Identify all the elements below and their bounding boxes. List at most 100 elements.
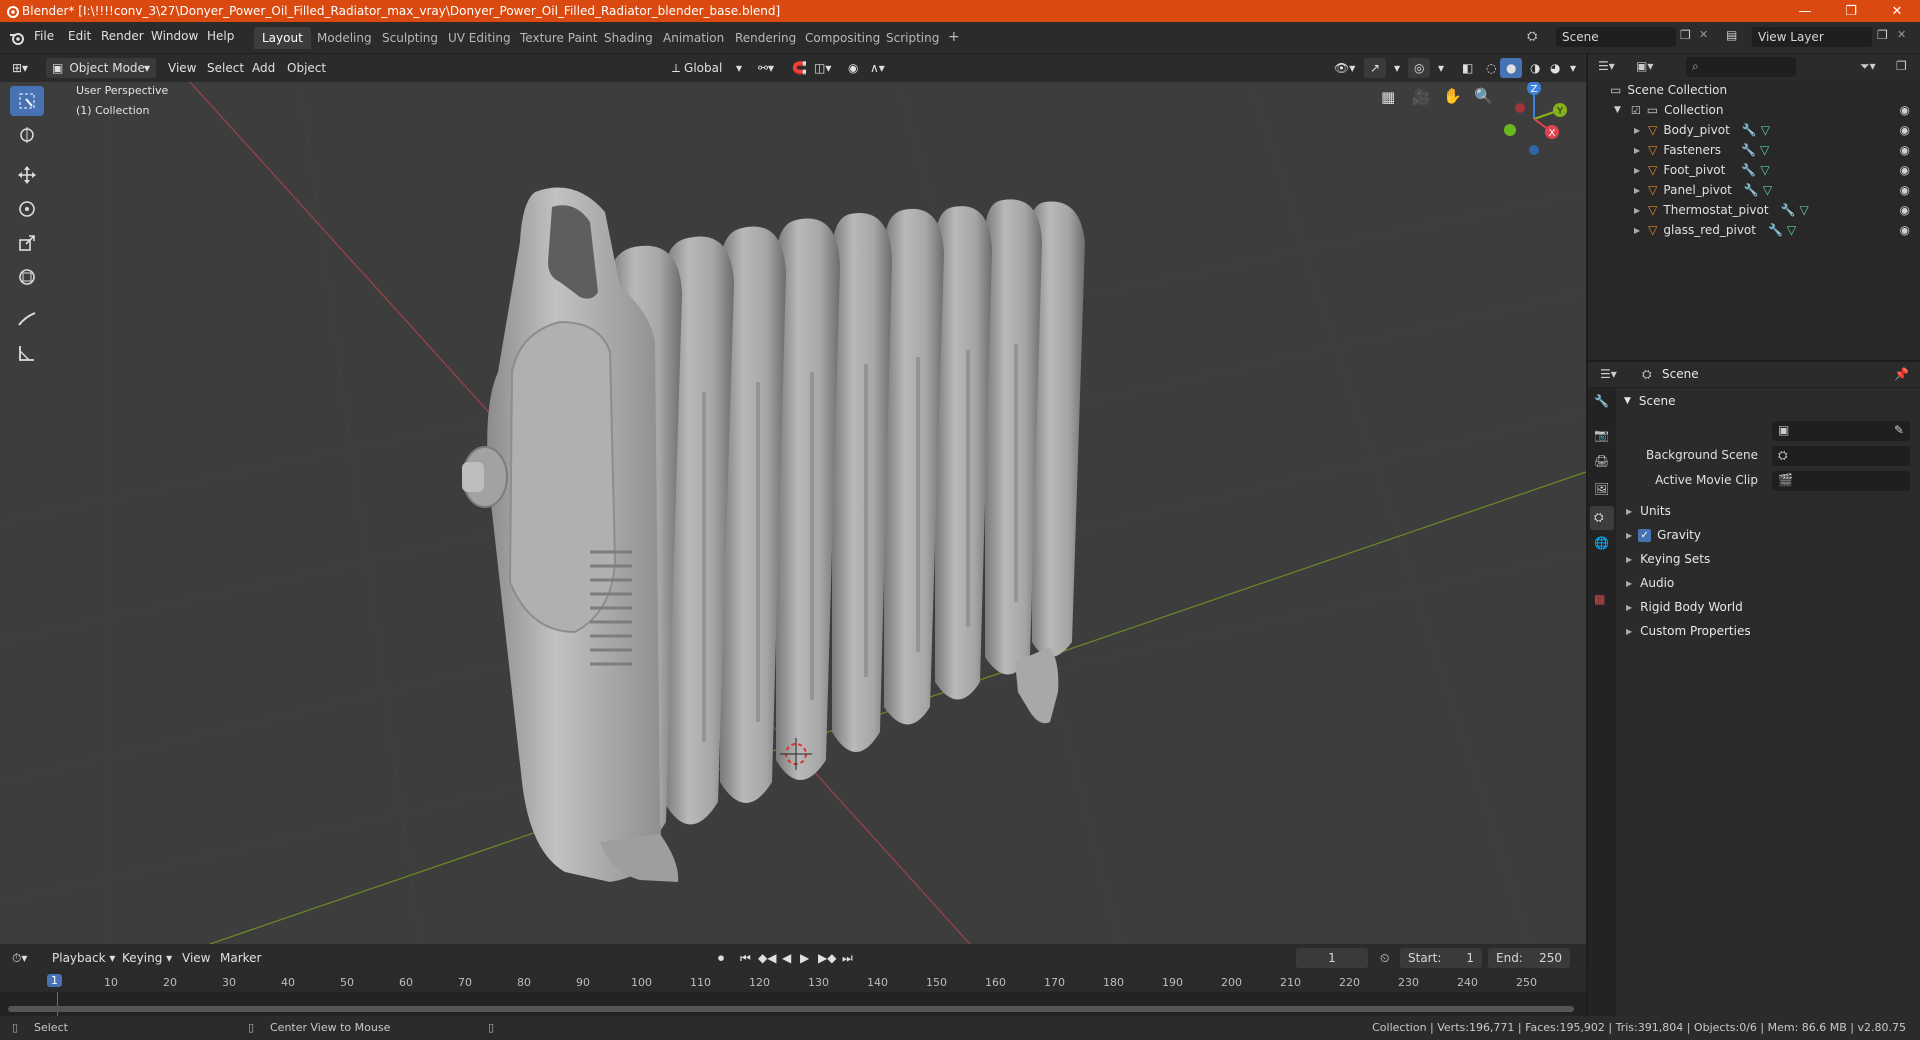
modifier-icon[interactable]: 🔧 — [1742, 123, 1757, 137]
eye-icon[interactable]: ◉ — [1900, 103, 1910, 117]
tab-sculpting[interactable]: Sculpting — [374, 27, 446, 49]
tool-tab-icon[interactable]: 🔧 — [1594, 394, 1609, 408]
menu-add[interactable]: Add — [246, 58, 281, 78]
tab-rendering[interactable]: Rendering — [727, 27, 804, 49]
menu-playback[interactable]: Playback ▾ — [46, 948, 121, 968]
modifier-icon[interactable]: 🔧 — [1768, 223, 1783, 237]
tab-animation[interactable]: Animation — [655, 27, 732, 49]
mesh-data-icon[interactable]: ▽ — [1787, 223, 1796, 237]
pin-icon[interactable]: 📌 — [1894, 367, 1909, 381]
tab-texture-paint[interactable]: Texture Paint — [512, 27, 605, 49]
end-frame-field[interactable]: End: 250 — [1488, 948, 1570, 968]
modifier-icon[interactable]: 🔧 — [1781, 203, 1796, 217]
tab-modeling[interactable]: Modeling — [309, 27, 380, 49]
texture-tab-icon[interactable]: ▩ — [1594, 592, 1605, 606]
proportional-falloff-icon[interactable]: ∧▾ — [864, 58, 891, 78]
move-tool[interactable] — [10, 160, 44, 190]
collapse-arrow-icon[interactable]: ▼ — [1614, 105, 1621, 115]
modifier-icon[interactable]: 🔧 — [1741, 163, 1756, 177]
expand-arrow-icon[interactable]: ▶ — [1634, 146, 1640, 155]
cursor-tool[interactable] — [10, 120, 44, 150]
mesh-data-icon[interactable]: ▽ — [1763, 183, 1772, 197]
properties-editor-icon[interactable]: ☰▾ — [1600, 367, 1617, 381]
minimize-button[interactable]: — — [1782, 0, 1828, 22]
transform-orientation-dropdown[interactable]: ⟂ Global ▾ — [666, 58, 746, 78]
expand-arrow-icon[interactable]: ▶ — [1634, 126, 1640, 135]
background-scene-field[interactable]: ⛭ — [1772, 446, 1910, 466]
select-box-tool[interactable] — [10, 86, 44, 116]
view-layer-field[interactable]: View Layer — [1752, 27, 1872, 47]
outliner-item-panel-pivot[interactable]: ▶ ▽ Panel_pivot 🔧 ▽ ◉ — [1588, 180, 1920, 200]
modifier-icon[interactable]: 🔧 — [1741, 143, 1756, 157]
scale-tool[interactable] — [10, 228, 44, 258]
tab-scripting[interactable]: Scripting — [878, 27, 947, 49]
visibility-icon[interactable]: 👁▾ — [1328, 58, 1361, 78]
filter-icon[interactable]: ⏷▾ — [1860, 59, 1876, 74]
pan-view-icon[interactable]: ✋ — [1443, 87, 1462, 105]
new-view-layer-icon[interactable]: ❐ — [1877, 28, 1888, 42]
scene-panel-header[interactable]: ▼ Scene — [1618, 390, 1918, 412]
outliner-search-input[interactable]: ⌕ — [1686, 57, 1796, 77]
menu-marker[interactable]: Marker — [214, 948, 267, 968]
new-scene-icon[interactable]: ❐ — [1680, 28, 1691, 42]
checkbox-checked-icon[interactable]: ☑ — [1631, 104, 1641, 117]
menu-timeline-view[interactable]: View — [176, 948, 216, 968]
scene-selector-icon[interactable]: ⛭ — [1527, 29, 1537, 44]
eye-icon[interactable]: ◉ — [1900, 163, 1910, 177]
expand-arrow-icon[interactable]: ▶ — [1634, 226, 1640, 235]
editor-type-icon[interactable]: ⊞▾ — [6, 58, 34, 78]
add-workspace-button[interactable]: + — [940, 27, 968, 49]
mesh-data-icon[interactable]: ▽ — [1760, 143, 1769, 157]
outliner-item-glass-red-pivot[interactable]: ▶ ▽ glass_red_pivot 🔧 ▽ ◉ — [1588, 220, 1920, 240]
radiator-model[interactable] — [462, 187, 1085, 883]
menu-keying[interactable]: Keying ▾ — [116, 948, 178, 968]
delete-view-layer-icon[interactable]: ✕ — [1897, 28, 1906, 41]
audio-panel-header[interactable]: ▶ Audio — [1618, 572, 1918, 594]
menu-view[interactable]: View — [162, 58, 202, 78]
outliner-editor-icon[interactable]: ☰▾ — [1598, 59, 1615, 73]
gizmo-toggle-icon[interactable]: ↗ — [1364, 58, 1387, 78]
menu-file[interactable]: File — [34, 29, 54, 43]
overlay-toggle-icon[interactable]: ◎ — [1408, 58, 1431, 78]
outliner-item-body-pivot[interactable]: ▶ ▽ Body_pivot 🔧 ▽ ◉ — [1588, 120, 1920, 140]
view-layer-tab-icon[interactable]: 🖼 — [1594, 482, 1609, 496]
mode-dropdown[interactable]: ▣ Object Mode ▾ — [46, 58, 156, 78]
new-collection-icon[interactable]: ❐ — [1896, 59, 1907, 73]
current-frame-indicator[interactable]: 1 — [47, 974, 62, 987]
rotate-tool[interactable] — [10, 194, 44, 224]
toggle-grid-view-icon[interactable]: ▦ — [1381, 88, 1395, 106]
display-mode-icon[interactable]: ▣▾ — [1636, 59, 1653, 73]
timeline-scrollbar[interactable] — [8, 1006, 1574, 1012]
expand-arrow-icon[interactable]: ▶ — [1634, 186, 1640, 195]
tab-compositing[interactable]: Compositing — [797, 27, 888, 49]
menu-help[interactable]: Help — [207, 29, 234, 43]
outliner-item-thermostat-pivot[interactable]: ▶ ▽ Thermostat_pivot 🔧 ▽ ◉ — [1588, 200, 1920, 220]
overlay-dropdown-icon[interactable]: ▾ — [1432, 58, 1450, 78]
navigation-gizmo[interactable]: Z Y X — [1490, 82, 1570, 164]
menu-render[interactable]: Render — [101, 29, 144, 43]
gravity-checkbox[interactable]: ✓ — [1638, 528, 1652, 542]
xray-toggle-icon[interactable]: ◧ — [1456, 58, 1479, 78]
active-movie-clip-field[interactable]: 🎬 — [1772, 471, 1910, 491]
gizmo-dropdown-icon[interactable]: ▾ — [1388, 58, 1406, 78]
jump-end-button[interactable]: ⏭ — [836, 948, 859, 968]
solid-shading-icon[interactable]: ● — [1500, 58, 1523, 78]
proportional-edit-icon[interactable]: ◉ — [842, 58, 864, 78]
timeline-area[interactable]: 1 10 20 30 40 50 60 70 80 90 100 110 120… — [0, 972, 1586, 1016]
transform-tool[interactable] — [10, 262, 44, 292]
eye-icon[interactable]: ◉ — [1900, 143, 1910, 157]
camera-view-icon[interactable]: 🎥 — [1412, 88, 1431, 106]
snap-target-icon[interactable]: ◫▾ — [808, 58, 837, 78]
modifier-icon[interactable]: 🔧 — [1744, 183, 1759, 197]
scene-tab-icon[interactable]: ⛭ — [1590, 506, 1614, 530]
measure-tool[interactable] — [10, 338, 44, 368]
neg-y-axis-handle[interactable] — [1504, 124, 1516, 136]
view-layer-icon[interactable]: ▤ — [1726, 28, 1737, 42]
start-frame-field[interactable]: Start: 1 — [1400, 948, 1482, 968]
scene-collection-row[interactable]: ▭ Scene Collection — [1588, 80, 1920, 100]
expand-arrow-icon[interactable]: ▶ — [1634, 206, 1640, 215]
keying-sets-panel-header[interactable]: ▶ Keying Sets — [1618, 548, 1918, 570]
mesh-data-icon[interactable]: ▽ — [1760, 163, 1769, 177]
custom-properties-panel-header[interactable]: ▶ Custom Properties — [1618, 620, 1918, 642]
scene-field[interactable]: Scene — [1556, 27, 1676, 47]
